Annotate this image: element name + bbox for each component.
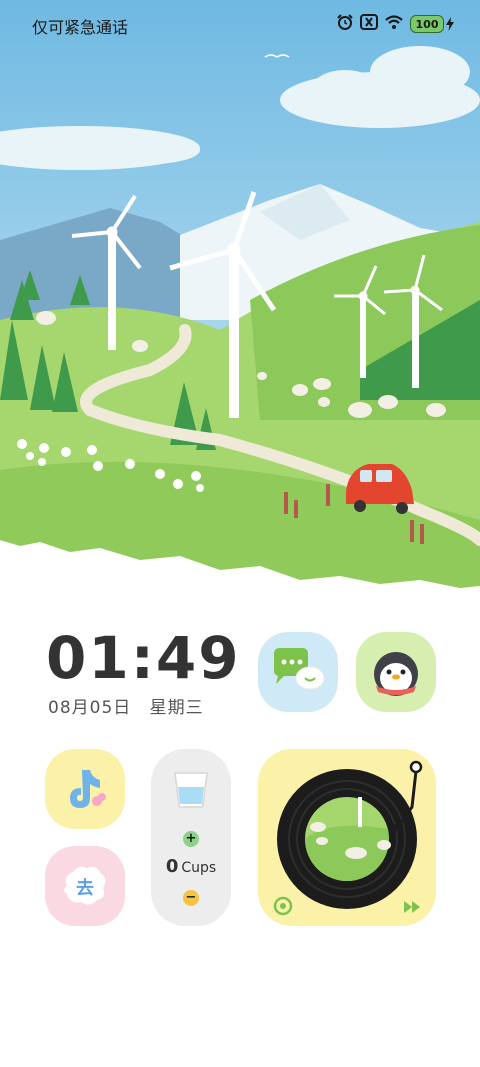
svg-text:去: 去 <box>76 877 94 899</box>
cup-count-unit: Cups <box>181 860 217 876</box>
weekday-text: 星期三 <box>149 698 204 718</box>
chat-bubbles-icon <box>274 648 325 690</box>
cup-count-number: 0 <box>165 856 179 877</box>
clock-time[interactable]: 01:49 <box>46 624 241 692</box>
music-widget[interactable] <box>258 749 436 926</box>
cup-count: 0 Cups <box>151 856 231 877</box>
tiktok-note-icon <box>70 770 106 808</box>
date-text: 08月05日 <box>48 698 132 718</box>
chat-app[interactable] <box>258 632 338 712</box>
netease-music-icon <box>273 896 293 916</box>
alarm-icon <box>336 14 354 34</box>
charging-bolt-icon <box>446 17 454 31</box>
tiktok-app[interactable] <box>45 749 125 829</box>
wifi-icon <box>384 14 404 34</box>
wallpaper-illustration <box>0 0 480 610</box>
clock-date[interactable]: 08月05日 星期三 <box>48 693 204 718</box>
battery-level: 100 <box>410 15 444 33</box>
fast-forward-icon <box>404 901 420 913</box>
hat-icon: 去 <box>64 866 106 905</box>
water-tracker-widget[interactable]: + 0 Cups − <box>151 749 231 926</box>
carrier-text: 仅可紧急通话 <box>32 18 129 37</box>
add-cup-button[interactable]: + <box>183 831 199 847</box>
battery-icon: 100 <box>410 15 454 33</box>
penguin-app[interactable] <box>356 632 436 712</box>
remove-cup-button[interactable]: − <box>183 890 199 906</box>
penguin-icon <box>374 652 418 696</box>
water-cup-icon <box>174 772 208 808</box>
hat-app[interactable]: 去 <box>45 846 125 926</box>
nfc-icon <box>360 14 378 34</box>
status-icons: 100 <box>336 14 454 34</box>
status-bar: 仅可紧急通话 100 <box>0 0 480 48</box>
vinyl-record-icon <box>277 769 417 909</box>
